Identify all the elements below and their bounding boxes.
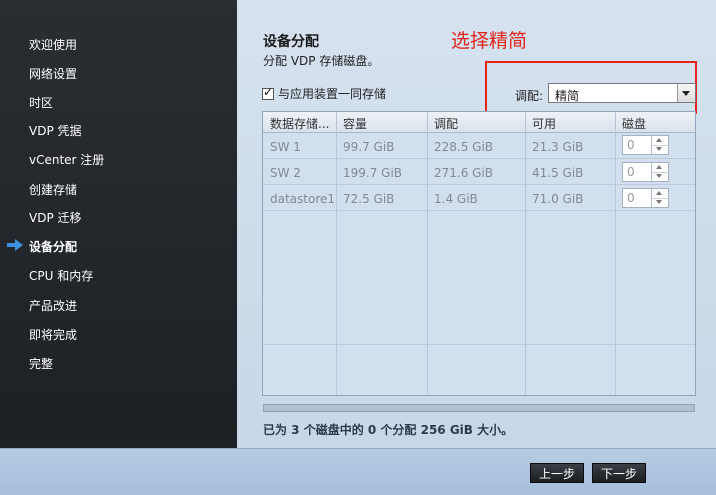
row-divider <box>263 344 695 345</box>
sidebar-item-vcenter-registration[interactable]: vCenter 注册 <box>29 151 104 168</box>
cell-capacity: 72.5 GiB <box>343 192 395 206</box>
horizontal-scrollbar[interactable] <box>263 404 695 412</box>
column-divider <box>427 112 428 395</box>
datastore-table: 数据存储... 容量 调配 可用 磁盘 SW 1 99.7 GiB 228.5 … <box>262 111 696 396</box>
column-divider <box>525 112 526 395</box>
sidebar-item-network-settings[interactable]: 网络设置 <box>29 65 77 82</box>
chevron-down-icon[interactable] <box>677 84 695 102</box>
wizard-footer: 上一步 下一步 <box>0 448 716 495</box>
provision-select[interactable]: 精简 <box>548 83 696 103</box>
provision-select-value: 精简 <box>555 89 580 103</box>
stepper-down-icon[interactable] <box>652 198 668 207</box>
page-title: 设备分配 <box>263 34 319 50</box>
cell-provisioned: 271.6 GiB <box>434 166 494 180</box>
sidebar-item-cpu-memory[interactable]: CPU 和内存 <box>29 267 93 284</box>
sidebar-item-welcome[interactable]: 欢迎使用 <box>29 36 77 53</box>
sidebar-item-create-storage[interactable]: 创建存储 <box>29 181 77 198</box>
cell-datastore: SW 2 <box>270 166 301 180</box>
current-step-arrow-icon <box>7 239 23 251</box>
colocate-checkbox[interactable] <box>262 85 274 100</box>
wizard-sidebar: 欢迎使用 网络设置 时区 VDP 凭据 vCenter 注册 创建存储 VDP … <box>0 0 237 448</box>
cell-available: 41.5 GiB <box>532 166 584 180</box>
sidebar-item-complete[interactable]: 完整 <box>29 355 53 372</box>
annotation-text: 选择精简 <box>451 30 528 52</box>
column-header-provisioned[interactable]: 调配 <box>434 115 458 132</box>
colocate-label: 与应用装置一同存储 <box>278 87 387 101</box>
disk-count-stepper[interactable]: 0 <box>622 188 669 208</box>
column-header-datastore[interactable]: 数据存储... <box>270 115 329 132</box>
allocation-summary: 已为 3 个磁盘中的 0 个分配 256 GiB 大小。 <box>263 423 514 437</box>
cell-available: 21.3 GiB <box>532 140 584 154</box>
cell-provisioned: 228.5 GiB <box>434 140 494 154</box>
table-header: 数据存储... 容量 调配 可用 磁盘 <box>263 112 695 133</box>
column-header-capacity[interactable]: 容量 <box>343 115 367 132</box>
disk-count-value: 0 <box>627 165 635 179</box>
stepper-down-icon[interactable] <box>652 145 668 154</box>
sidebar-item-ready-to-complete[interactable]: 即将完成 <box>29 326 77 343</box>
column-header-available[interactable]: 可用 <box>532 115 556 132</box>
page-subtitle: 分配 VDP 存储磁盘。 <box>263 54 380 68</box>
row-divider <box>263 210 695 211</box>
colocate-option[interactable]: 与应用装置一同存储 <box>262 85 386 102</box>
provision-label: 调配: <box>515 89 544 103</box>
disk-count-stepper[interactable]: 0 <box>622 162 669 182</box>
column-divider <box>336 112 337 395</box>
next-button[interactable]: 下一步 <box>592 463 646 483</box>
sidebar-item-timezone[interactable]: 时区 <box>29 94 53 111</box>
column-divider <box>615 112 616 395</box>
disk-count-value: 0 <box>627 191 635 205</box>
row-divider <box>263 184 695 185</box>
stepper-down-icon[interactable] <box>652 172 668 181</box>
cell-capacity: 99.7 GiB <box>343 140 395 154</box>
main-panel: 设备分配 分配 VDP 存储磁盘。 选择精简 与应用装置一同存储 调配: 精简 … <box>237 0 716 448</box>
disk-count-value: 0 <box>627 138 635 152</box>
cell-datastore: datastore1 <box>270 192 336 206</box>
sidebar-item-product-improvement[interactable]: 产品改进 <box>29 297 77 314</box>
cell-available: 71.0 GiB <box>532 192 584 206</box>
row-divider <box>263 158 695 159</box>
column-header-disks[interactable]: 磁盘 <box>622 115 646 132</box>
sidebar-item-device-allocation[interactable]: 设备分配 <box>29 238 77 255</box>
sidebar-item-vdp-migration[interactable]: VDP 迁移 <box>29 209 82 226</box>
sidebar-item-vdp-credentials[interactable]: VDP 凭据 <box>29 122 82 139</box>
cell-provisioned: 1.4 GiB <box>434 192 478 206</box>
back-button[interactable]: 上一步 <box>530 463 584 483</box>
cell-capacity: 199.7 GiB <box>343 166 403 180</box>
cell-datastore: SW 1 <box>270 140 301 154</box>
disk-count-stepper[interactable]: 0 <box>622 135 669 155</box>
